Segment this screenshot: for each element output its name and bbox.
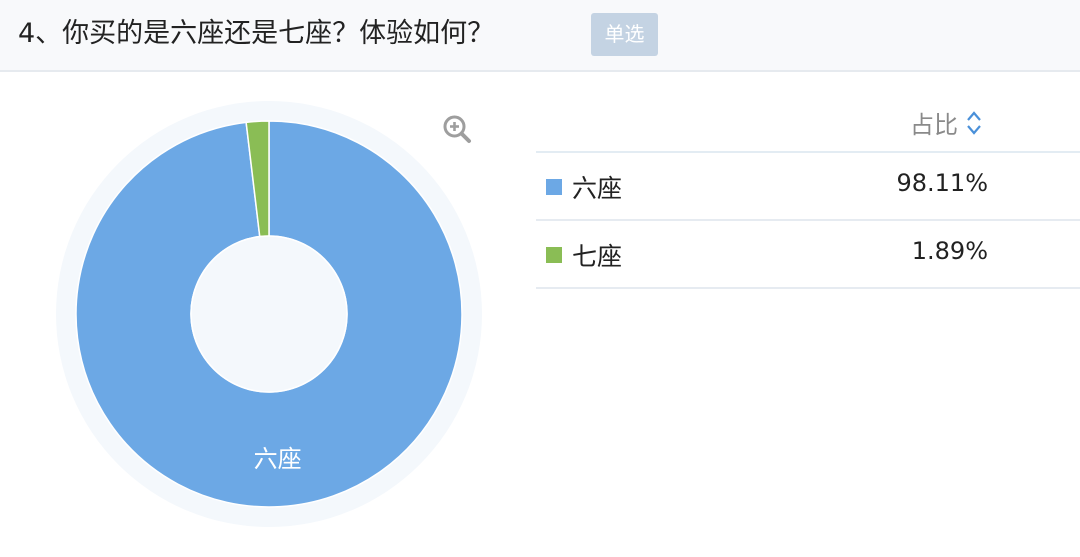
ratio-column-header[interactable]: 占比 <box>910 105 958 140</box>
zoom-in-icon[interactable] <box>442 114 472 144</box>
sort-icon[interactable] <box>964 109 984 137</box>
option-label: 六座 <box>572 174 623 203</box>
result-table: 占比 六座 98.11% 七座 1.89% <box>536 95 1080 289</box>
table-header: 占比 <box>536 95 1080 153</box>
donut-hole <box>190 235 348 393</box>
question-header: 4、你买的是六座还是七座？体验如何？ 单选 <box>0 0 1080 72</box>
legend-swatch <box>546 179 562 195</box>
option-label: 七座 <box>572 242 623 271</box>
donut-chart: 六座 <box>56 101 482 527</box>
slice-label: 六座 <box>254 445 302 473</box>
option-percent: 1.89% <box>911 237 988 265</box>
table-row: 六座 98.11% <box>536 153 1080 221</box>
option-percent: 98.11% <box>896 169 988 197</box>
question-title: 4、你买的是六座还是七座？体验如何？ <box>18 18 495 49</box>
legend-swatch <box>546 247 562 263</box>
question-type-badge: 单选 <box>591 13 658 56</box>
table-row: 七座 1.89% <box>536 221 1080 289</box>
